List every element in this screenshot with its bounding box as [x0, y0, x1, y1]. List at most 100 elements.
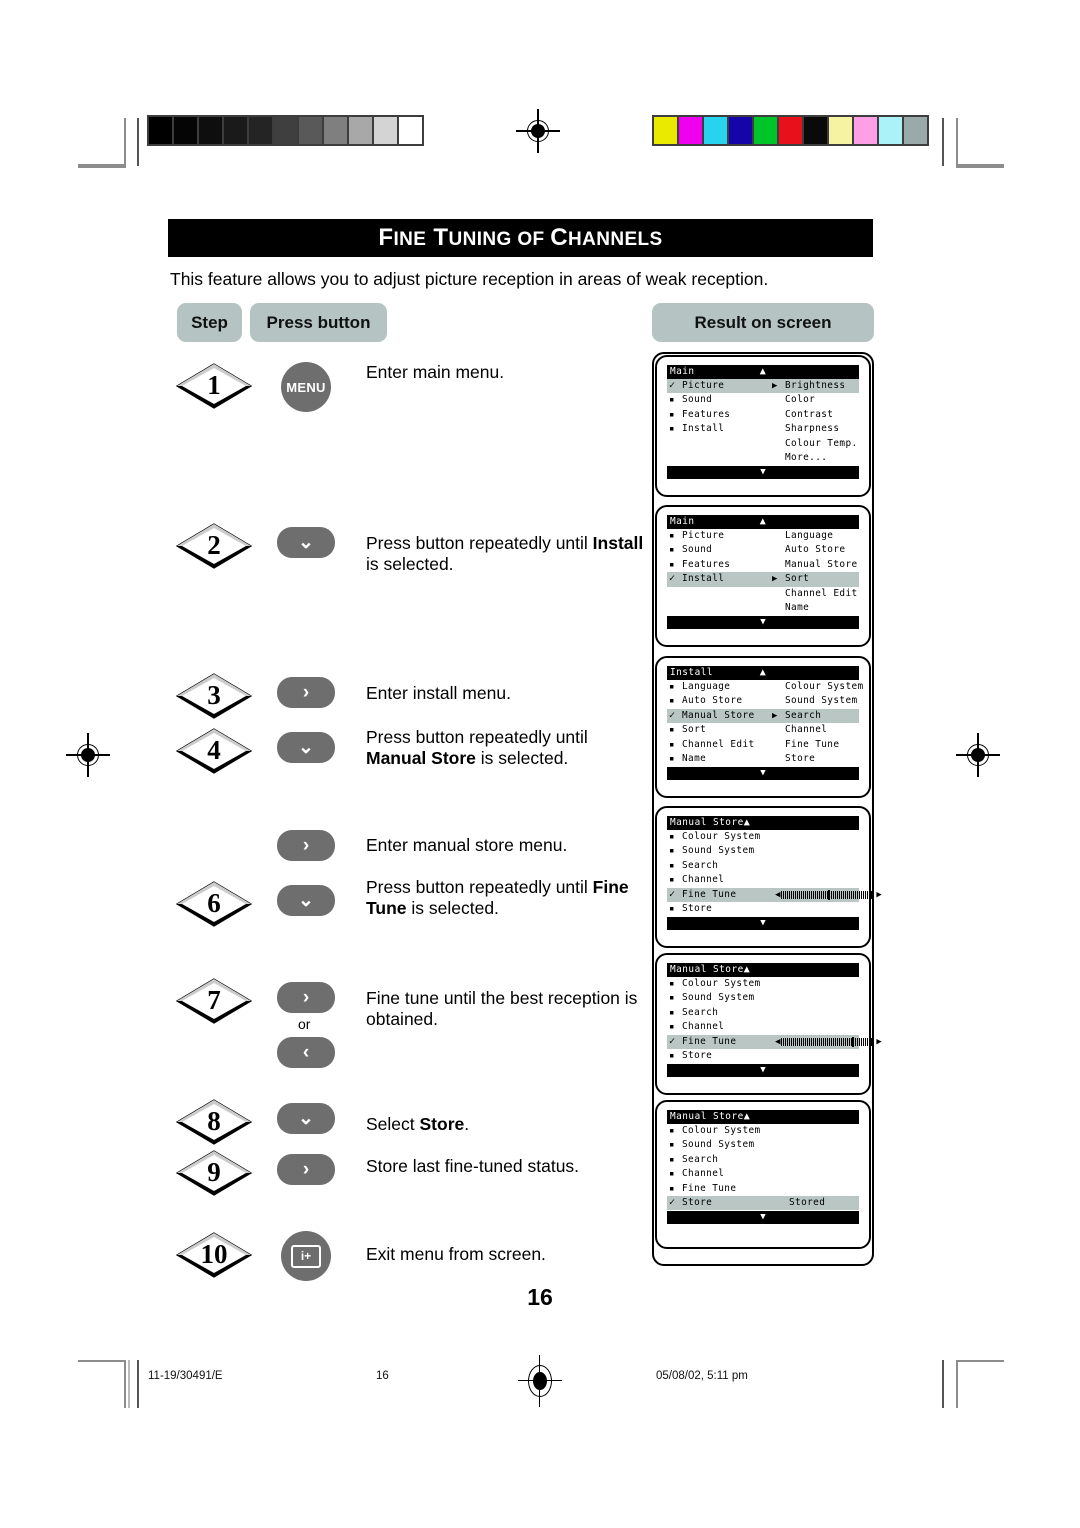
- osd-menu-item[interactable]: ▪ Search: [667, 859, 859, 873]
- cursor-right-button[interactable]: ›: [277, 982, 335, 1013]
- scroll-down-icon[interactable]: ▼: [760, 767, 765, 780]
- step-number-label: 2: [207, 529, 221, 560]
- osd-menu-item[interactable]: ▪ Channel: [667, 873, 859, 887]
- osd-scroll-down-bar[interactable]: ▼: [667, 616, 859, 630]
- scroll-down-icon[interactable]: ▼: [760, 466, 765, 479]
- osd-menu-item[interactable]: ▪ Channel Edit Fine Tune: [667, 738, 859, 752]
- osd-menu-item[interactable]: ▪ Language Colour System: [667, 680, 863, 694]
- step-instruction: Press button repeatedly until Manual Sto…: [366, 727, 588, 768]
- fine-tune-slider[interactable]: ◀ ▶: [775, 1035, 882, 1049]
- osd-scroll-down-bar[interactable]: ▼: [667, 1211, 859, 1225]
- osd-menu-item[interactable]: ▪ Picture Language: [667, 529, 859, 543]
- osd-menu-item[interactable]: ▪ Search: [667, 1006, 859, 1020]
- slider-left-arrow-icon[interactable]: ◀: [775, 1035, 780, 1049]
- osd-menu-item[interactable]: ▪ Features Manual Store: [667, 558, 859, 572]
- osd-title-bar: Main ▲: [667, 365, 859, 379]
- osd-menu-item[interactable]: ✓ Store Stored: [667, 1195, 859, 1211]
- osd-menu-item[interactable]: ▪ Colour System: [667, 1124, 859, 1138]
- osd-menu-item[interactable]: ▪ Fine Tune: [667, 1182, 859, 1196]
- cursor-down-button[interactable]: ⌄: [277, 527, 335, 558]
- column-header-press-button: Press button: [250, 303, 387, 342]
- slider-knob[interactable]: [852, 1036, 855, 1047]
- osd-menu-item[interactable]: ▪ Sound System: [667, 1138, 859, 1152]
- osd-scroll-down-bar[interactable]: ▼: [667, 917, 859, 931]
- scroll-up-icon[interactable]: ▲: [744, 1110, 750, 1124]
- osd-menu-item[interactable]: ▪ Channel: [667, 1167, 859, 1181]
- osd-menu-item[interactable]: ▪ Search: [667, 1153, 859, 1167]
- osd-menu-item[interactable]: ▪ Colour System: [667, 977, 859, 991]
- osd-menu-item[interactable]: ✓ Fine Tune ◀ ▶: [667, 887, 882, 902]
- osd-menu-item[interactable]: ▪ Sound System: [667, 844, 859, 858]
- osd-menu-item[interactable]: ▪ Sort Channel: [667, 723, 859, 737]
- osd-title-bar: Install ▲: [667, 666, 859, 680]
- registration-mark-left-center: [66, 733, 110, 777]
- color-swatch: [879, 117, 904, 144]
- osd-menu-item[interactable]: ✓ Fine Tune ◀ ▶: [667, 1034, 882, 1049]
- osd-item-label: Name: [682, 752, 707, 764]
- slider-track[interactable]: [781, 1036, 876, 1047]
- submenu-arrow-icon[interactable]: ▶: [772, 379, 777, 393]
- osd-submenu-label: Channel Edit: [785, 587, 858, 599]
- submenu-arrow-icon[interactable]: ▶: [772, 572, 777, 586]
- scroll-down-icon[interactable]: ▼: [760, 1211, 765, 1224]
- cursor-down-button[interactable]: ⌄: [277, 1103, 335, 1134]
- osd-menu-item[interactable]: ✓ Manual Store ▶ Search: [667, 708, 859, 724]
- osd-menu-item[interactable]: ▪ Install Sharpness: [667, 422, 859, 436]
- slider-knob[interactable]: [828, 889, 831, 900]
- scroll-down-icon[interactable]: ▼: [760, 917, 765, 930]
- osd-menu-item[interactable]: ▪ Sound System: [667, 991, 859, 1005]
- osd-menu-item[interactable]: ✓ Install ▶ Sort: [667, 572, 859, 587]
- osd-scroll-down-bar[interactable]: ▼: [667, 767, 859, 781]
- slider-track[interactable]: [781, 889, 876, 900]
- scroll-down-icon[interactable]: ▼: [760, 616, 765, 629]
- cursor-right-button[interactable]: ›: [277, 677, 335, 708]
- scroll-down-icon[interactable]: ▼: [760, 1064, 765, 1077]
- osd-submenu-label: Sharpness: [785, 423, 840, 435]
- osd-menu-item[interactable]: ▪ Store: [667, 902, 859, 916]
- step-number-diamond: 6: [175, 881, 253, 927]
- osd-menu-item[interactable]: ▪ Name Store: [667, 752, 859, 766]
- scroll-up-icon[interactable]: ▲: [744, 963, 750, 977]
- scroll-up-icon[interactable]: ▲: [760, 666, 766, 680]
- cursor-left-button[interactable]: ‹: [277, 1037, 335, 1068]
- color-swatch: [754, 117, 779, 144]
- submenu-arrow-icon[interactable]: ▶: [772, 709, 777, 723]
- osd-item-label: Sound: [682, 394, 713, 406]
- color-swatch: [904, 117, 927, 144]
- osd-item-label: Install: [682, 573, 725, 585]
- osd-menu-item[interactable]: ▪ Features Contrast: [667, 408, 859, 422]
- scroll-up-icon[interactable]: ▲: [760, 365, 766, 379]
- cursor-down-button[interactable]: ⌄: [277, 732, 335, 763]
- osd-menu-item[interactable]: ▪ Sound Color: [667, 393, 859, 407]
- osd-menu-item[interactable]: ▪ Auto Store Sound System: [667, 694, 859, 708]
- fine-tune-slider[interactable]: ◀ ▶: [775, 888, 882, 902]
- osd-menu-item[interactable]: ▪ Channel: [667, 1020, 859, 1034]
- info-exit-button[interactable]: i+: [281, 1231, 331, 1281]
- osd-menu-item[interactable]: ▪ Sound Auto Store: [667, 543, 859, 557]
- osd-title-bar: Manual Store ▲: [667, 816, 859, 830]
- grayscale-swatch: [274, 117, 299, 144]
- osd-menu-item: Channel Edit: [667, 587, 859, 601]
- cursor-right-button[interactable]: ›: [277, 1154, 335, 1185]
- osd-menu: Install ▲ ▪ Language Colour System ▪ Auto Stor…: [667, 666, 863, 788]
- column-header-step: Step: [177, 303, 242, 342]
- slider-left-arrow-icon[interactable]: ◀: [775, 888, 780, 902]
- bullet-square-icon: ▪: [669, 846, 675, 857]
- footer-page-number: 16: [376, 1370, 389, 1382]
- bullet-square-icon: ▪: [669, 1140, 675, 1151]
- scroll-up-icon[interactable]: ▲: [744, 816, 750, 830]
- osd-menu-item[interactable]: ▪ Colour System: [667, 830, 859, 844]
- scroll-up-icon[interactable]: ▲: [760, 515, 766, 529]
- slider-right-arrow-icon[interactable]: ▶: [876, 1035, 881, 1049]
- osd-rows: ▪ Colour System ▪ Sound System ▪ Search ▪ Chann…: [667, 977, 882, 1063]
- menu-button[interactable]: MENU: [281, 362, 331, 412]
- osd-scroll-down-bar[interactable]: ▼: [667, 1064, 859, 1078]
- step-instruction-emphasis: Fine Tune: [366, 877, 629, 918]
- osd-menu-item[interactable]: ▪ Store: [667, 1049, 859, 1063]
- cursor-down-button[interactable]: ⌄: [277, 885, 335, 916]
- grayscale-swatch: [224, 117, 249, 144]
- osd-menu-item[interactable]: ✓ Picture ▶ Brightness: [667, 379, 859, 394]
- slider-right-arrow-icon[interactable]: ▶: [876, 888, 881, 902]
- cursor-right-button[interactable]: ›: [277, 830, 335, 861]
- osd-scroll-down-bar[interactable]: ▼: [667, 466, 859, 480]
